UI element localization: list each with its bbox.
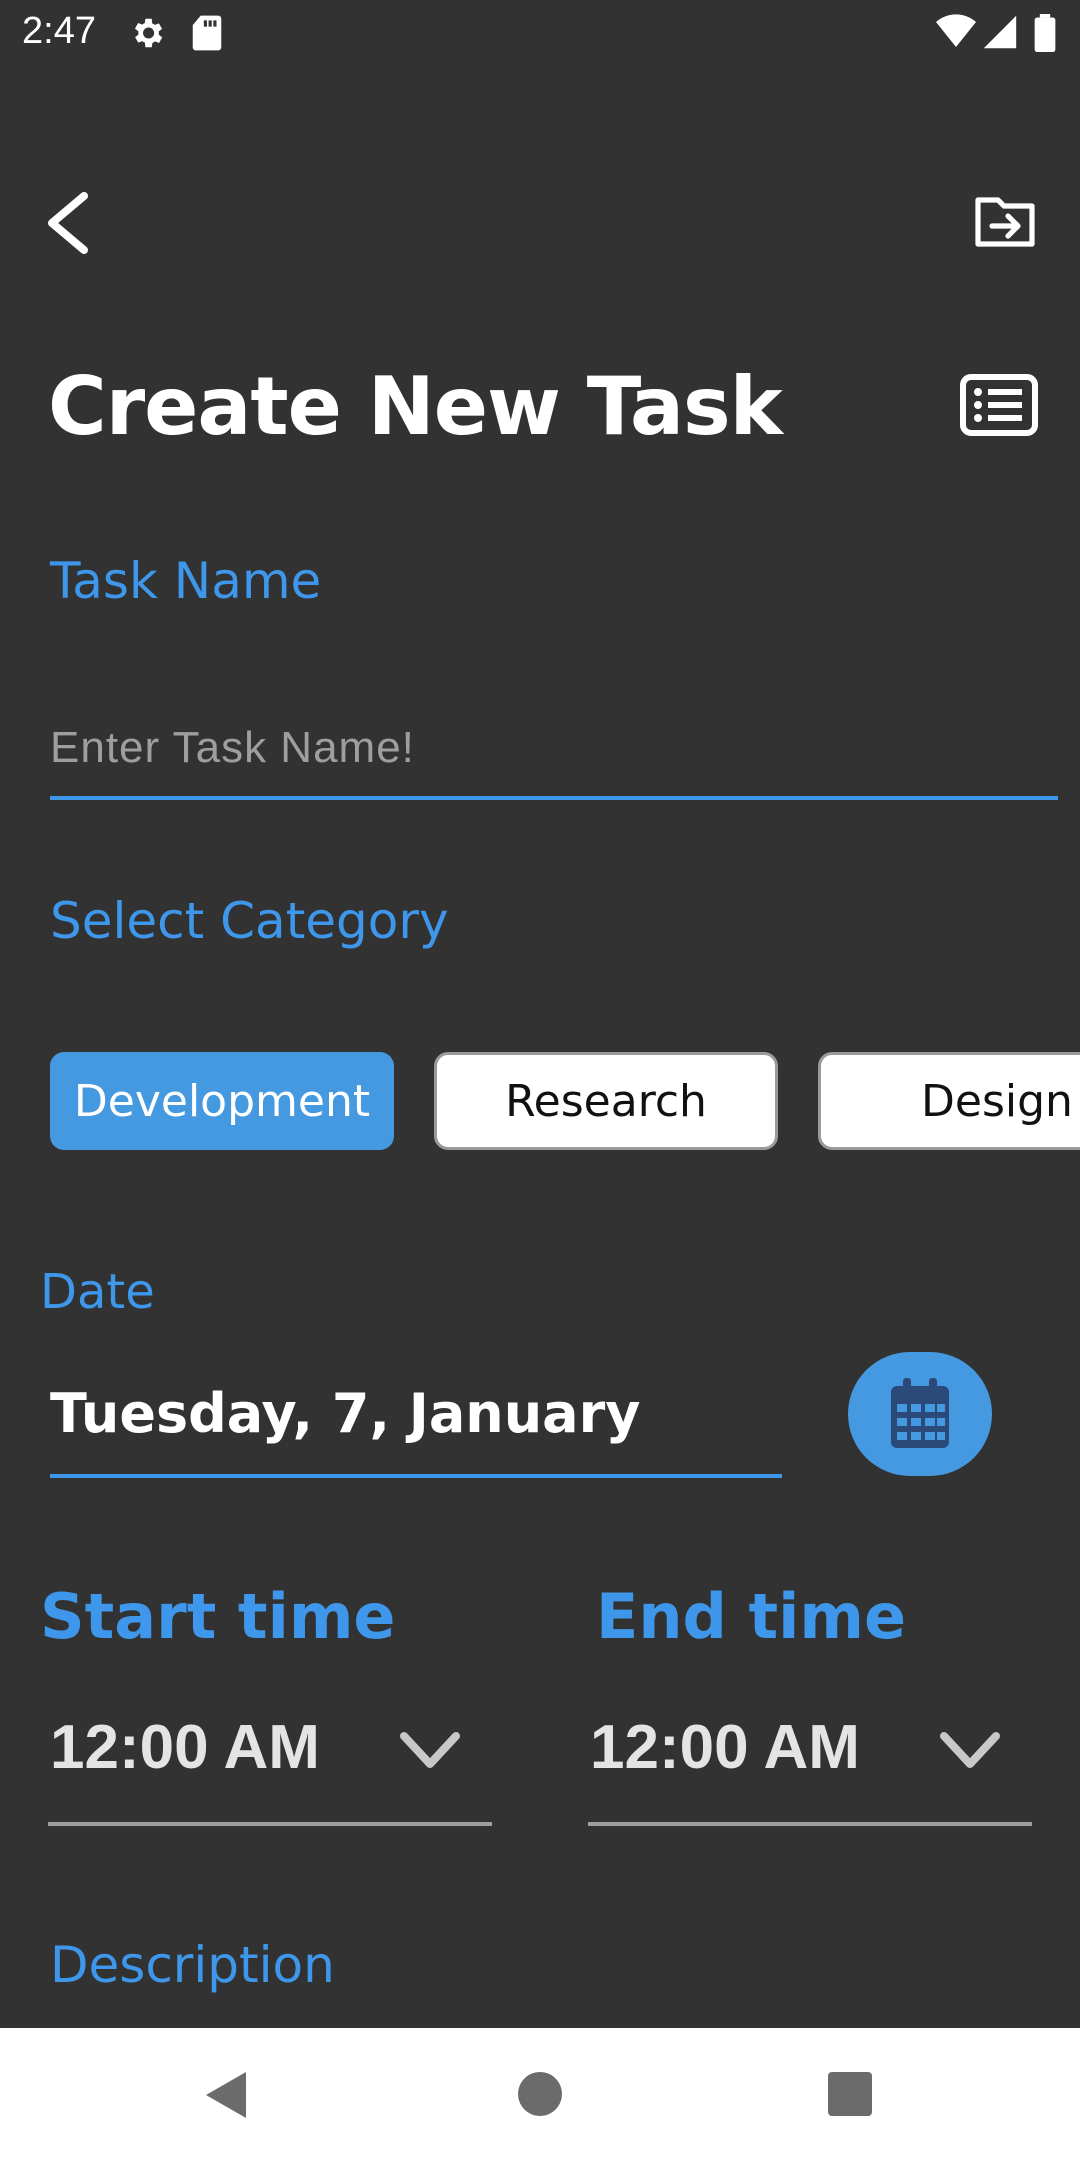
- system-back-button[interactable]: [204, 2070, 250, 2120]
- chevron-left-icon: [48, 192, 88, 254]
- date-label: Date: [40, 1264, 155, 1320]
- triangle-back-icon: [206, 2072, 246, 2118]
- folder-move-icon: [975, 197, 1035, 247]
- end-time-dropdown[interactable]: 12:00 AM: [588, 1700, 1032, 1826]
- task-name-label: Task Name: [50, 552, 322, 610]
- system-home-button[interactable]: [518, 2072, 562, 2116]
- category-chip-research[interactable]: Research: [434, 1052, 778, 1150]
- list-view-icon: [960, 374, 1038, 436]
- calendar-icon: [891, 1378, 949, 1448]
- category-chip-development[interactable]: Development: [50, 1052, 394, 1150]
- system-recents-button[interactable]: [828, 2072, 872, 2116]
- start-time-value: 12:00 AM: [50, 1713, 320, 1782]
- wifi-icon: [936, 14, 976, 52]
- gear-icon: [128, 14, 166, 52]
- chevron-down-icon: [400, 1732, 460, 1768]
- task-name-input[interactable]: [50, 700, 1058, 800]
- description-label: Description: [50, 1936, 335, 1994]
- select-category-label: Select Category: [50, 892, 449, 950]
- list-view-button[interactable]: [960, 374, 1038, 436]
- status-time: 2:47: [22, 10, 96, 52]
- category-chip-design[interactable]: Design: [818, 1052, 1080, 1150]
- start-time-label: Start time: [40, 1580, 396, 1653]
- date-value[interactable]: Tuesday, 7, January: [50, 1382, 640, 1445]
- calendar-button[interactable]: [848, 1352, 992, 1476]
- end-time-label: End time: [596, 1580, 906, 1653]
- sd-card-icon: [190, 14, 228, 52]
- date-underline: [50, 1474, 782, 1478]
- battery-icon: [1034, 14, 1072, 53]
- back-button[interactable]: [40, 190, 96, 256]
- page-title: Create New Task: [48, 360, 783, 453]
- folder-move-button[interactable]: [974, 192, 1038, 248]
- chevron-down-icon: [940, 1732, 1000, 1768]
- start-time-dropdown[interactable]: 12:00 AM: [48, 1700, 492, 1826]
- signal-icon: [982, 14, 1020, 52]
- end-time-value: 12:00 AM: [590, 1713, 860, 1782]
